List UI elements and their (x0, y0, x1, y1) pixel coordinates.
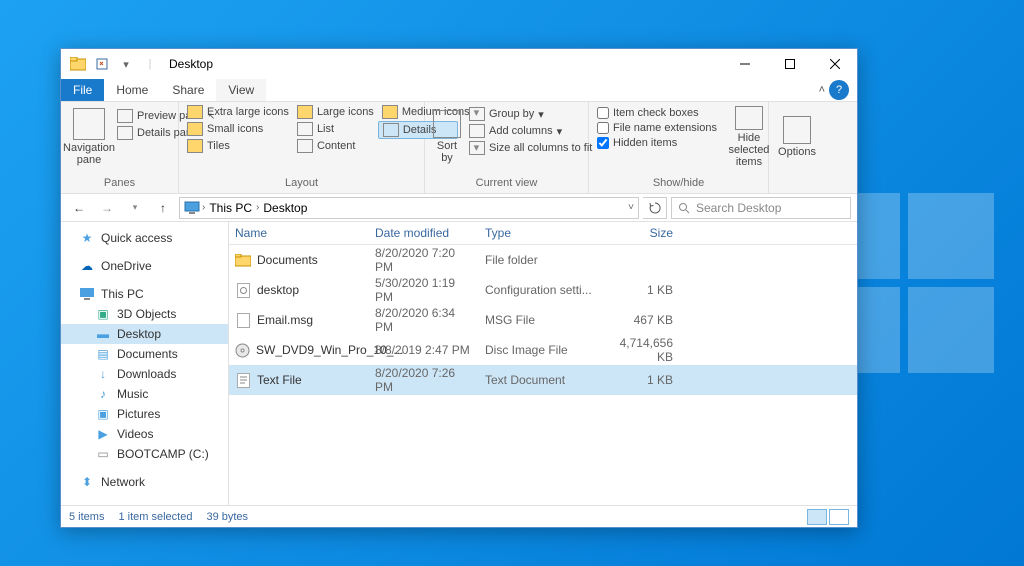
maximize-button[interactable] (767, 49, 812, 79)
item-checkboxes-toggle[interactable]: Item check boxes (593, 106, 721, 120)
file-row[interactable]: Email.msg 8/20/2020 6:34 PM MSG File 467… (229, 305, 857, 335)
breadcrumb-desktop[interactable]: Desktop (261, 201, 309, 215)
nav-bootcamp[interactable]: ▭BOOTCAMP (C:) (61, 444, 228, 464)
forward-button[interactable]: → (95, 196, 119, 220)
nav-music[interactable]: ♪Music (61, 384, 228, 404)
file-row[interactable]: Documents 8/20/2020 7:20 PM File folder (229, 245, 857, 275)
breadcrumb[interactable]: › This PC › Desktop ˅ (179, 197, 639, 219)
qat-dropdown-icon[interactable]: ▾ (115, 53, 137, 75)
window-title: Desktop (169, 57, 213, 71)
drive-icon: ▭ (95, 446, 111, 462)
nav-quick-access[interactable]: ★Quick access (61, 228, 228, 248)
layout-tiles[interactable]: Tiles (183, 138, 293, 154)
text-file-icon (235, 372, 251, 388)
address-bar: ← → ▾ ↑ › This PC › Desktop ˅ Search Des… (61, 194, 857, 222)
disc-icon (235, 342, 250, 358)
cube-icon: ▣ (95, 306, 111, 322)
up-button[interactable]: ↑ (151, 196, 175, 220)
pc-icon (79, 286, 95, 302)
tab-share[interactable]: Share (160, 79, 216, 101)
file-row[interactable]: SW_DVD9_Win_Pro_10_... 8/8/2019 2:47 PM … (229, 335, 857, 365)
folder-icon (235, 252, 251, 268)
tab-view[interactable]: View (216, 79, 266, 101)
file-extensions-toggle[interactable]: File name extensions (593, 121, 721, 135)
sort-by-button[interactable]: Sort by (429, 104, 465, 170)
breadcrumb-this-pc[interactable]: This PC (207, 201, 254, 215)
details-view-toggle[interactable] (807, 509, 827, 525)
column-date[interactable]: Date modified (369, 226, 479, 240)
file-row[interactable]: desktop 5/30/2020 1:19 PM Configuration … (229, 275, 857, 305)
nav-desktop[interactable]: ▬Desktop (61, 324, 228, 344)
download-icon: ↓ (95, 366, 111, 382)
status-item-count: 5 items (69, 511, 104, 523)
tab-file[interactable]: File (61, 79, 104, 101)
titlebar[interactable]: ▾ | Desktop (61, 49, 857, 79)
layout-list[interactable]: List (293, 121, 378, 137)
group-by-button[interactable]: Group by ▾ (465, 106, 596, 122)
nav-videos[interactable]: ▶Videos (61, 424, 228, 444)
desktop-icon: ▬ (95, 326, 111, 342)
navigation-pane-button[interactable]: Navigation pane (65, 104, 113, 170)
layout-content[interactable]: Content (293, 138, 378, 154)
layout-group-label: Layout (183, 175, 420, 191)
help-icon[interactable]: ? (829, 80, 849, 100)
close-button[interactable] (812, 49, 857, 79)
tab-home[interactable]: Home (104, 79, 160, 101)
file-explorer-window: ▾ | Desktop File Home Share View ˄ ? Nav… (60, 48, 858, 528)
hidden-items-toggle[interactable]: Hidden items (593, 136, 721, 150)
status-selected-count: 1 item selected (118, 511, 192, 523)
status-bytes: 39 bytes (206, 511, 248, 523)
qat-properties-icon[interactable] (91, 53, 113, 75)
column-type[interactable]: Type (479, 226, 599, 240)
folder-icon (67, 53, 89, 75)
nav-downloads[interactable]: ↓Downloads (61, 364, 228, 384)
minimize-button[interactable] (722, 49, 767, 79)
address-dropdown-icon[interactable]: ˅ (628, 202, 634, 213)
column-name[interactable]: Name (229, 226, 369, 240)
divider-icon: | (139, 53, 161, 75)
nav-this-pc[interactable]: This PC (61, 284, 228, 304)
current-view-group-label: Current view (429, 175, 584, 191)
back-button[interactable]: ← (67, 196, 91, 220)
picture-icon: ▣ (95, 406, 111, 422)
show-hide-group-label: Show/hide (593, 175, 764, 191)
nav-documents[interactable]: ▤Documents (61, 344, 228, 364)
file-icon (235, 312, 251, 328)
thumbnails-view-toggle[interactable] (829, 509, 849, 525)
size-columns-button[interactable]: Size all columns to fit (465, 140, 596, 156)
music-icon: ♪ (95, 386, 111, 402)
star-icon: ★ (79, 230, 95, 246)
chevron-right-icon[interactable]: › (256, 202, 259, 213)
nav-onedrive[interactable]: ☁OneDrive (61, 256, 228, 276)
nav-pictures[interactable]: ▣Pictures (61, 404, 228, 424)
file-list: Name Date modified Type Size Documents 8… (229, 222, 857, 505)
refresh-button[interactable] (643, 197, 667, 219)
ribbon-tabs: File Home Share View ˄ ? (61, 79, 857, 102)
file-icon (235, 282, 251, 298)
options-button[interactable]: Options (773, 104, 821, 170)
cloud-icon: ☁ (79, 258, 95, 274)
search-icon (678, 202, 690, 214)
network-icon: ⬍ (79, 474, 95, 490)
layout-extra-large[interactable]: Extra large icons (183, 104, 293, 120)
nav-network[interactable]: ⬍Network (61, 472, 228, 492)
search-input[interactable]: Search Desktop (671, 197, 851, 219)
layout-large-icons[interactable]: Large icons (293, 104, 378, 120)
recent-locations-button[interactable]: ▾ (123, 196, 147, 220)
document-icon: ▤ (95, 346, 111, 362)
chevron-right-icon[interactable]: › (202, 202, 205, 213)
column-size[interactable]: Size (599, 226, 679, 240)
status-bar: 5 items 1 item selected 39 bytes (61, 505, 857, 527)
columns-header[interactable]: Name Date modified Type Size (229, 222, 857, 245)
ribbon: Navigation pane Preview pane↖ Details pa… (61, 102, 857, 194)
layout-small-icons[interactable]: Small icons (183, 121, 293, 137)
panes-group-label: Panes (65, 175, 174, 191)
ribbon-chevron-icon[interactable]: ˄ (819, 84, 825, 96)
nav-3d-objects[interactable]: ▣3D Objects (61, 304, 228, 324)
file-row[interactable]: Text File 8/20/2020 7:26 PM Text Documen… (229, 365, 857, 395)
add-columns-button[interactable]: Add columns ▾ (465, 123, 596, 139)
pc-icon (184, 201, 200, 215)
video-icon: ▶ (95, 426, 111, 442)
navigation-pane: ★Quick access ☁OneDrive This PC ▣3D Obje… (61, 222, 229, 505)
